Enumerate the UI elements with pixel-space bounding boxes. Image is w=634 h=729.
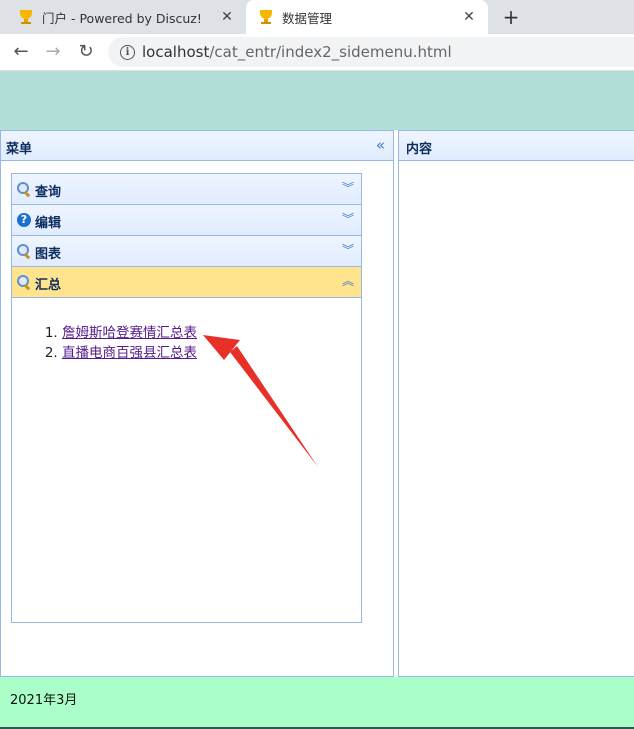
info-icon[interactable]: i (120, 45, 135, 60)
accordion-item-query[interactable]: 查询 ︾ (12, 174, 361, 205)
url-path: /cat_entr/index2_sidemenu.html (209, 43, 452, 61)
page-footer: 2021年3月 (0, 677, 634, 727)
summary-link-list: 詹姆斯哈登赛情汇总表 直播电商百强县汇总表 (12, 323, 361, 363)
content-panel-header: 内容 (399, 131, 634, 161)
accordion-item-label: 查询 (35, 185, 62, 200)
search-icon (17, 275, 31, 291)
accordion-item-label: 汇总 (35, 278, 62, 293)
tab-title: 门户 - Powered by Discuz! (42, 10, 202, 26)
url-text: localhost/cat_entr/index2_sidemenu.html (142, 43, 452, 61)
close-tab-icon[interactable]: ✕ (218, 8, 236, 26)
expand-icon[interactable]: ︾ (342, 243, 354, 257)
help-icon: ? (17, 213, 31, 227)
reload-button[interactable]: ↻ (75, 41, 97, 63)
tab-discuz[interactable]: 门户 - Powered by Discuz! ✕ (0, 0, 246, 34)
back-button[interactable]: ← (10, 41, 32, 63)
content-panel: 内容 (398, 130, 634, 677)
forward-button[interactable]: → (42, 41, 64, 63)
expand-icon[interactable]: ︾ (342, 181, 354, 195)
url-field[interactable]: i localhost/cat_entr/index2_sidemenu.htm… (108, 37, 634, 67)
tab-data-management[interactable]: 数据管理 ✕ (246, 0, 488, 34)
accordion-item-label: 图表 (35, 247, 62, 262)
menu-panel-header: 菜单 « (1, 131, 393, 161)
tab-bar: 门户 - Powered by Discuz! ✕ 数据管理 ✕ + (0, 0, 634, 34)
accordion-item-chart[interactable]: 图表 ︾ (12, 236, 361, 267)
ecommerce-counties-link[interactable]: 直播电商百强县汇总表 (62, 345, 197, 361)
address-bar: ← → ↻ i localhost/cat_entr/index2_sideme… (0, 34, 634, 71)
accordion-item-summary[interactable]: 汇总 ︽ (12, 267, 361, 298)
search-icon (17, 182, 31, 198)
search-icon (17, 244, 31, 260)
harden-summary-link[interactable]: 詹姆斯哈登赛情汇总表 (62, 325, 197, 341)
tab-title: 数据管理 (282, 10, 333, 26)
accordion-item-edit[interactable]: ? 编辑 ︾ (12, 205, 361, 236)
accordion-item-label: 编辑 (35, 216, 62, 231)
trophy-icon (258, 9, 274, 25)
menu-panel-title: 菜单 (6, 142, 33, 157)
new-tab-button[interactable]: + (500, 6, 522, 28)
close-tab-icon[interactable]: ✕ (460, 8, 478, 26)
expand-icon[interactable]: ︾ (342, 212, 354, 226)
trophy-icon (18, 9, 34, 25)
collapse-icon[interactable]: ︽ (342, 274, 354, 288)
collapse-left-icon[interactable]: « (376, 137, 385, 153)
summary-panel-body: 詹姆斯哈登赛情汇总表 直播电商百强县汇总表 (12, 298, 361, 363)
url-host: localhost (142, 43, 210, 61)
menu-panel: 菜单 « 查询 ︾ ? 编辑 ︾ 图表 ︾ 汇总 ︽ 詹姆斯哈登赛情汇总表 直播… (0, 130, 394, 677)
page-header (0, 71, 634, 130)
accordion: 查询 ︾ ? 编辑 ︾ 图表 ︾ 汇总 ︽ 詹姆斯哈登赛情汇总表 直播电商百强县… (11, 173, 362, 623)
footer-date: 2021年3月 (10, 693, 78, 708)
list-item: 詹姆斯哈登赛情汇总表 (62, 323, 361, 343)
list-item: 直播电商百强县汇总表 (62, 343, 361, 363)
content-panel-title: 内容 (406, 142, 433, 157)
